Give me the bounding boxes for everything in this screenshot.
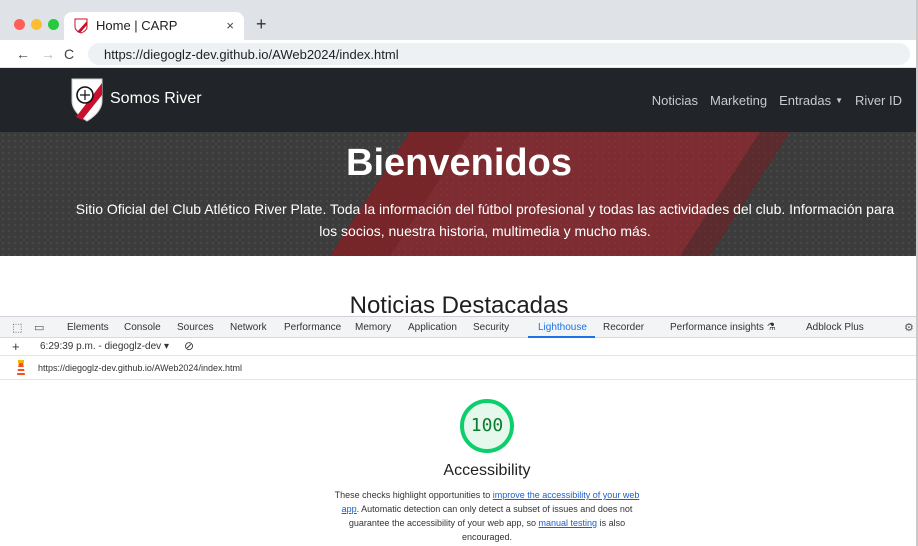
category-title: Accessibility <box>443 462 531 479</box>
inspect-icon[interactable]: ⬚ <box>12 321 22 334</box>
browser-toolbar: ← → C https://diegoglz-dev.github.io/AWe… <box>0 40 918 68</box>
lighthouse-toolbar: + 6:29:39 p.m. - diegoglz-dev ▾ ⊘ <box>0 338 918 356</box>
tab-performance[interactable]: Performance <box>284 322 341 333</box>
tab-adblock-plus[interactable]: Adblock Plus <box>806 322 864 333</box>
tab-lighthouse[interactable]: Lighthouse <box>538 322 587 333</box>
river-plate-logo-icon[interactable] <box>70 77 104 123</box>
nav-dropdown-entradas[interactable]: Entradas ▼ <box>779 93 843 108</box>
lighthouse-logo-icon <box>17 360 25 375</box>
browser-tab[interactable]: Home | CARP × <box>64 12 244 40</box>
nav-link-noticias[interactable]: Noticias <box>652 93 698 108</box>
tab-title: Home | CARP <box>96 18 178 33</box>
back-icon[interactable]: ← <box>16 46 30 62</box>
settings-icon[interactable]: ⚙ <box>904 321 914 334</box>
forward-icon[interactable]: → <box>41 46 55 62</box>
address-bar-url: https://diegoglz-dev.github.io/AWeb2024/… <box>104 47 399 62</box>
new-report-button[interactable]: + <box>12 339 20 354</box>
hero-banner: Bienvenidos Sitio Oficial del Club Atlét… <box>0 132 918 256</box>
tab-recorder[interactable]: Recorder <box>603 322 644 333</box>
address-bar[interactable]: https://diegoglz-dev.github.io/AWeb2024/… <box>88 43 910 65</box>
maximize-window-button[interactable] <box>48 19 59 30</box>
nav-link-river-id[interactable]: River ID <box>855 93 902 108</box>
tab-elements[interactable]: Elements <box>67 322 109 333</box>
tab-performance-insights-label: Performance insights <box>670 322 764 333</box>
clear-icon[interactable]: ⊘ <box>184 339 194 353</box>
hero-subtitle: Sitio Oficial del Club Atlético River Pl… <box>75 201 895 239</box>
tab-security[interactable]: Security <box>473 322 509 333</box>
section-title-noticias: Noticias Destacadas <box>349 292 569 318</box>
desc-text-1: These checks highlight opportunities to <box>334 490 493 500</box>
river-favicon-icon <box>74 18 88 34</box>
tab-sources[interactable]: Sources <box>177 322 214 333</box>
tab-application[interactable]: Application <box>408 322 457 333</box>
minimize-window-button[interactable] <box>31 19 42 30</box>
report-selector[interactable]: 6:29:39 p.m. - diegoglz-dev ▾ <box>40 341 169 352</box>
close-window-button[interactable] <box>14 19 25 30</box>
tab-network[interactable]: Network <box>230 322 267 333</box>
report-url[interactable]: https://diegoglz-dev.github.io/AWeb2024/… <box>38 363 242 373</box>
tab-console[interactable]: Console <box>124 322 161 333</box>
score-value: 100 <box>470 415 504 436</box>
nav-dropdown-label: Entradas <box>779 93 832 108</box>
link-manual-testing[interactable]: manual testing <box>539 518 598 528</box>
site-nav-links: Noticias Marketing Entradas ▼ River ID <box>652 93 902 108</box>
device-toolbar-icon[interactable]: ▭ <box>34 321 44 334</box>
flask-icon: ⚗ <box>766 322 776 333</box>
site-navbar: Somos River Noticias Marketing Entradas ▼… <box>0 68 918 132</box>
caret-down-icon: ▼ <box>835 96 844 105</box>
hero-title: Bienvenidos <box>346 142 572 184</box>
browser-tab-bar: Home | CARP × + <box>0 0 918 40</box>
devtools-tab-bar: ⬚ ▭ Elements Console Sources Network Per… <box>0 316 918 338</box>
reload-icon[interactable]: C <box>64 46 74 62</box>
tab-close-icon[interactable]: × <box>226 18 234 33</box>
tab-memory[interactable]: Memory <box>355 322 391 333</box>
brand-name[interactable]: Somos River <box>110 90 202 108</box>
category-description: These checks highlight opportunities to … <box>334 488 640 544</box>
nav-link-marketing[interactable]: Marketing <box>710 93 767 108</box>
new-tab-button[interactable]: + <box>256 14 267 35</box>
tab-performance-insights[interactable]: Performance insights ⚗ <box>670 322 776 333</box>
report-url-row: https://diegoglz-dev.github.io/AWeb2024/… <box>0 356 918 380</box>
